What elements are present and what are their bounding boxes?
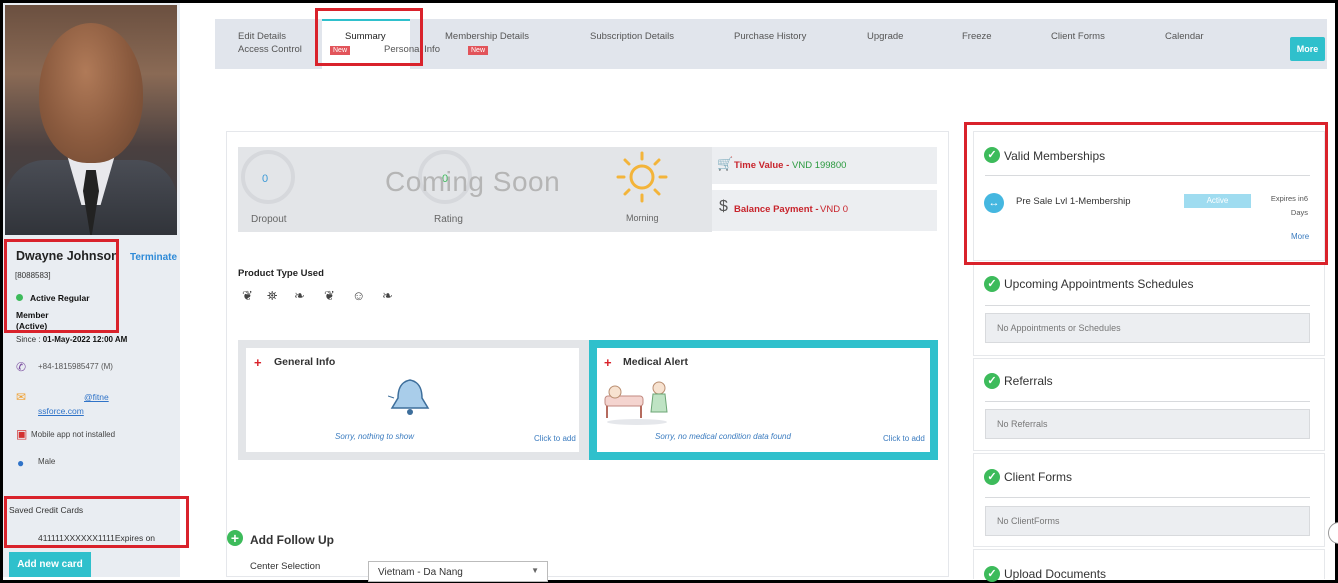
cart-icon: 🛒 xyxy=(717,156,734,171)
weightlifter-icon: ⛯ xyxy=(267,288,278,303)
tab-client-forms[interactable]: Client Forms xyxy=(1051,31,1105,42)
member-gender: Male xyxy=(38,457,56,466)
plus-icon[interactable]: + xyxy=(604,355,612,370)
tab-freeze[interactable]: Freeze xyxy=(962,31,992,42)
dancer-icon: ❦ xyxy=(324,288,335,303)
client-forms-empty: No ClientForms xyxy=(985,506,1310,536)
product-type-title: Product Type Used xyxy=(238,268,324,279)
member-email-link[interactable]: @fitne xyxy=(84,392,109,402)
email-icon: ✉ xyxy=(16,390,27,404)
tab-edit-details[interactable]: Edit Details xyxy=(238,31,286,42)
referrals-title: Referrals xyxy=(1004,374,1053,388)
member-phone: +84-1815985477 (M) xyxy=(38,362,113,371)
sun-icon xyxy=(616,151,668,203)
dollar-icon: $ xyxy=(719,198,728,215)
highlight-box-member-info xyxy=(4,239,119,333)
client-forms-title: Client Forms xyxy=(1004,470,1073,484)
add-followup-icon[interactable]: + xyxy=(227,530,243,546)
tab-calendar[interactable]: Calendar xyxy=(1165,31,1204,42)
mobile-app-status: Mobile app not installed xyxy=(31,430,116,439)
member-photo xyxy=(5,5,177,235)
new-badge: New xyxy=(468,46,489,55)
bell-icon xyxy=(388,379,430,415)
add-followup-title: Add Follow Up xyxy=(250,533,334,547)
divider xyxy=(985,305,1310,306)
balance-label: Balance Payment - xyxy=(734,204,819,215)
appointments-title: Upcoming Appointments Schedules xyxy=(1004,277,1194,291)
stretch-icon: ❧ xyxy=(294,288,305,303)
center-selection-label: Center Selection xyxy=(250,561,321,572)
member-since: Since : 01-May-2022 12:00 AM xyxy=(16,335,128,344)
coming-soon-overlay: Coming Soon xyxy=(385,166,561,197)
terminate-link[interactable]: Terminate xyxy=(130,252,177,263)
center-select[interactable]: Vietnam - Da Nang ▼ xyxy=(368,561,548,582)
medical-alert-add-link[interactable]: Click to add xyxy=(883,434,925,443)
member-email-link-cont[interactable]: ssforce.com xyxy=(38,406,84,416)
walker-icon: ❧ xyxy=(382,288,393,303)
dropout-value: 0 xyxy=(262,173,269,185)
check-icon: ✓ xyxy=(984,566,1000,582)
tab-membership-details[interactable]: Membership Details xyxy=(445,31,529,42)
mobile-off-icon: ▣ xyxy=(16,427,28,441)
upload-documents-title: Upload Documents xyxy=(1004,567,1107,581)
highlight-box-valid-memberships xyxy=(964,122,1328,265)
general-info-title: General Info xyxy=(274,356,336,368)
balance-amount: VND 0 xyxy=(820,204,848,215)
morning-label: Morning xyxy=(626,213,659,223)
chevron-down-icon: ▼ xyxy=(531,566,539,575)
rating-label: Rating xyxy=(434,214,463,225)
tab-access-control[interactable]: Access Control xyxy=(238,44,302,55)
appointments-empty: No Appointments or Schedules xyxy=(985,313,1310,343)
general-info-empty: Sorry, nothing to show xyxy=(335,432,415,441)
time-value-amount: VND 199800 xyxy=(792,160,847,171)
check-icon: ✓ xyxy=(984,276,1000,292)
check-icon: ✓ xyxy=(984,469,1000,485)
divider xyxy=(985,401,1310,402)
referrals-empty: No Referrals xyxy=(985,409,1310,439)
highlight-box-summary-tab xyxy=(315,8,423,66)
check-icon: ✓ xyxy=(984,373,1000,389)
yoga-icon: ☺ xyxy=(352,288,366,303)
time-value-label: Time Value - xyxy=(734,160,790,171)
medical-alert-empty: Sorry, no medical condition data found xyxy=(655,432,791,441)
plus-icon[interactable]: + xyxy=(254,355,262,370)
tab-subscription-details[interactable]: Subscription Details xyxy=(590,31,674,42)
person-icon: ● xyxy=(17,456,25,470)
medical-alert-title: Medical Alert xyxy=(623,356,688,368)
highlight-box-saved-cards xyxy=(4,496,189,548)
tab-purchase-history[interactable]: Purchase History xyxy=(734,31,806,42)
general-info-add-link[interactable]: Click to add xyxy=(534,434,576,443)
add-card-button[interactable]: Add new card xyxy=(9,552,91,577)
runner-icon: ❦ xyxy=(242,288,253,303)
medical-illustration-icon xyxy=(604,381,668,425)
more-tabs-button[interactable]: More xyxy=(1290,37,1325,61)
divider xyxy=(985,497,1310,498)
dropout-label: Dropout xyxy=(251,214,287,225)
phone-icon: ✆ xyxy=(16,360,27,374)
center-select-value: Vietnam - Da Nang xyxy=(378,567,463,578)
tab-upgrade[interactable]: Upgrade xyxy=(867,31,903,42)
